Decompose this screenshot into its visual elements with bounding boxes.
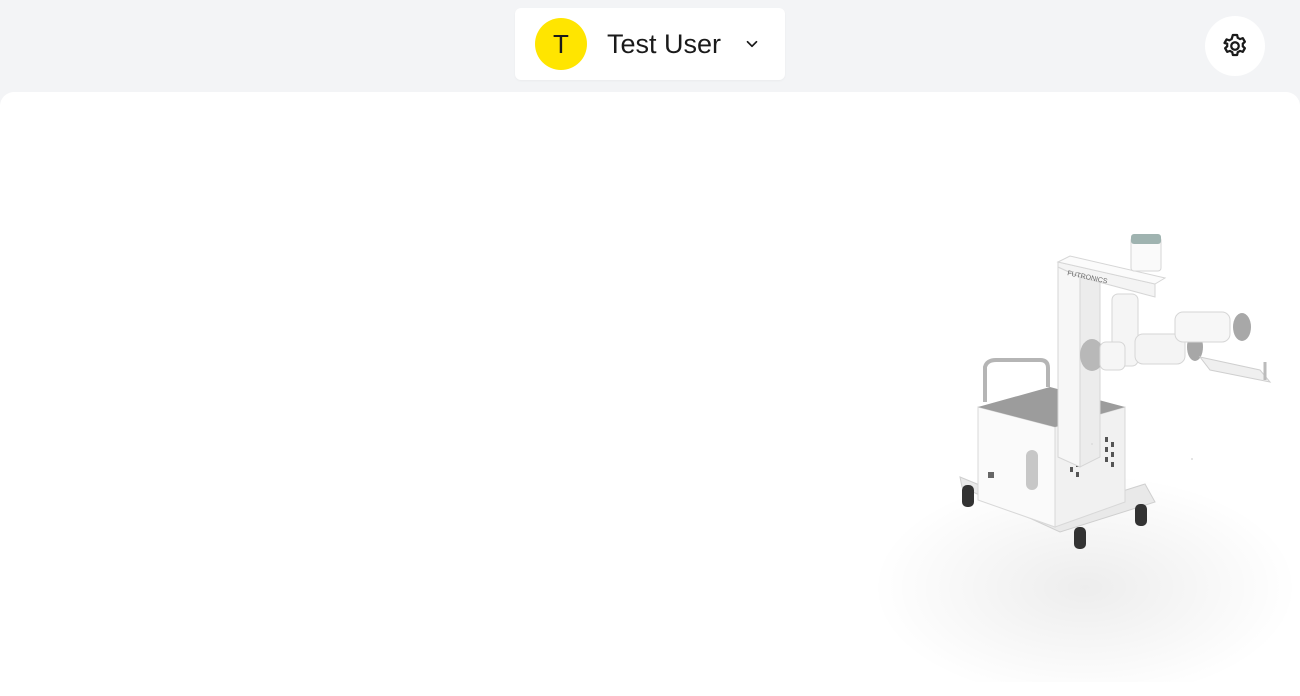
chevron-down-icon <box>741 33 763 55</box>
main-panel: FUTRONICS <box>0 92 1300 696</box>
gear-icon <box>1220 31 1250 61</box>
robot-cart-image: FUTRONICS <box>959 234 1272 549</box>
user-name: Test User <box>607 28 722 59</box>
avatar-initial: T <box>553 28 569 59</box>
settings-button[interactable] <box>1205 16 1265 76</box>
user-menu-button[interactable]: T Test User <box>515 8 785 80</box>
avatar: T <box>535 18 587 70</box>
app-window: T Test User FUTRONICS <box>0 0 1300 696</box>
top-bar: T Test User <box>0 0 1300 92</box>
